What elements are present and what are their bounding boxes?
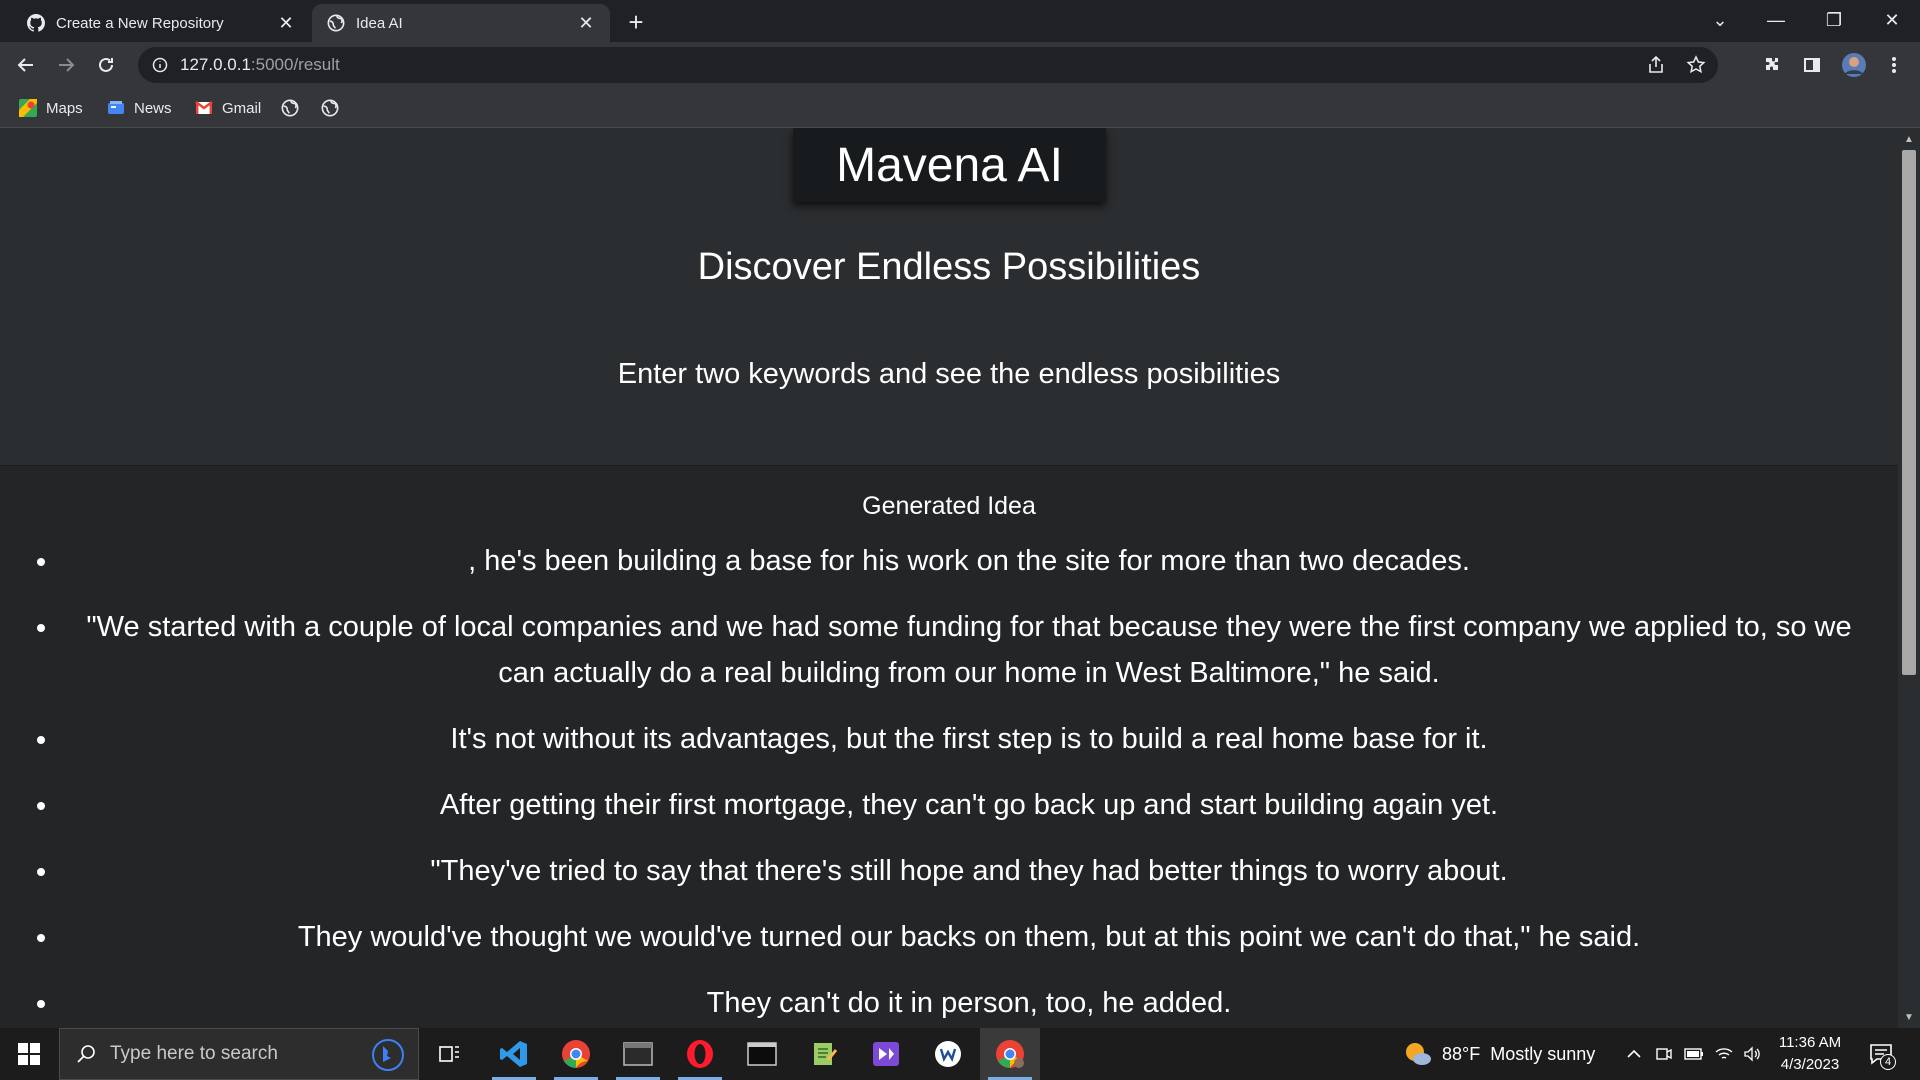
- weather-condition: Mostly sunny: [1490, 1043, 1596, 1064]
- page-headline: Discover Endless Possibilities: [697, 246, 1201, 288]
- notification-badge: 4: [1880, 1054, 1896, 1070]
- globe-icon: [326, 13, 346, 33]
- taskbar: Type here to search 88°F Mostly sunny 11…: [0, 1028, 1920, 1080]
- idea-text: "We started with a couple of local compa…: [86, 611, 1852, 689]
- new-tab-button[interactable]: +: [622, 7, 650, 37]
- sun-cloud-icon: [1404, 1041, 1432, 1067]
- opera-icon[interactable]: [670, 1028, 730, 1080]
- idea-text: They can't do it in person, too, he adde…: [706, 987, 1232, 1019]
- tab-search-icon[interactable]: ⌄: [1692, 0, 1748, 40]
- close-tab-icon[interactable]: ✕: [576, 13, 596, 33]
- search-placeholder: Type here to search: [110, 1043, 278, 1064]
- windows-icon: [18, 1043, 40, 1065]
- tab-title: Create a New Repository: [56, 14, 224, 32]
- list-item: , he's been building a base for his work…: [60, 538, 1878, 584]
- forward-button[interactable]: [50, 49, 82, 81]
- idea-text: "They've tried to say that there's still…: [430, 855, 1508, 887]
- bookmark-news[interactable]: News: [106, 96, 172, 120]
- avatar[interactable]: [1838, 49, 1870, 81]
- command-prompt-icon[interactable]: [732, 1028, 792, 1080]
- url-host: 127.0.0.1: [180, 55, 251, 74]
- list-item: After getting their first mortgage, they…: [60, 782, 1878, 828]
- task-view-icon[interactable]: [420, 1028, 480, 1080]
- page-viewport: Mavena AI Discover Endless Possibilities…: [0, 128, 1898, 1028]
- app-icon[interactable]: [918, 1028, 978, 1080]
- chrome-icon[interactable]: [546, 1028, 606, 1080]
- scroll-up-arrow-icon[interactable]: ▲: [1902, 132, 1916, 146]
- notifications-button[interactable]: 4: [1866, 1040, 1896, 1070]
- list-item: They can't do it in person, too, he adde…: [60, 980, 1878, 1026]
- bookmark-maps[interactable]: Maps: [18, 96, 83, 120]
- tab-strip: Create a New Repository ✕ Idea AI ✕ + ⌄ …: [0, 0, 1920, 42]
- idea-text: , he's been building a base for his work…: [468, 545, 1470, 577]
- meet-now-icon[interactable]: [1652, 1042, 1676, 1066]
- list-item: It's not without its advantages, but the…: [60, 716, 1878, 762]
- bookmark-globe-2[interactable]: [320, 96, 348, 120]
- minimize-button[interactable]: —: [1748, 0, 1804, 40]
- clock-time: 11:36 AM: [1778, 1034, 1842, 1051]
- extensions-icon[interactable]: [1756, 49, 1788, 81]
- browser-toolbar: 127.0.0.1:5000/result: [0, 42, 1920, 88]
- page-scrollbar[interactable]: ▲ ▼: [1898, 128, 1920, 1028]
- brand-logo: Mavena AI: [793, 128, 1106, 202]
- chevron-up-icon[interactable]: [1622, 1042, 1646, 1066]
- taskbar-search-input[interactable]: Type here to search: [59, 1028, 419, 1080]
- list-item: "They've tried to say that there's still…: [60, 848, 1878, 894]
- notepad-icon[interactable]: [794, 1028, 854, 1080]
- news-icon: [106, 98, 126, 118]
- search-icon: [76, 1044, 96, 1064]
- results-panel: Generated Idea , he's been building a ba…: [0, 465, 1898, 1028]
- site-info-icon[interactable]: [152, 57, 168, 73]
- visual-studio-icon[interactable]: [856, 1028, 916, 1080]
- battery-icon[interactable]: [1682, 1042, 1706, 1066]
- bookmark-label: News: [134, 99, 172, 117]
- results-title: Generated Idea: [862, 492, 1036, 520]
- bookmark-gmail[interactable]: Gmail: [194, 96, 261, 120]
- back-button[interactable]: [10, 49, 42, 81]
- address-bar[interactable]: 127.0.0.1:5000/result: [138, 47, 1718, 83]
- bookmark-star-icon[interactable]: [1686, 55, 1706, 75]
- bing-icon[interactable]: [372, 1039, 404, 1071]
- bookmark-label: Maps: [46, 99, 83, 117]
- globe-icon: [320, 98, 340, 118]
- restore-button[interactable]: ❐: [1806, 0, 1862, 40]
- maps-icon: [18, 98, 38, 118]
- tab-title: Idea AI: [356, 14, 403, 32]
- chrome-profile-icon[interactable]: [980, 1028, 1040, 1080]
- volume-icon[interactable]: [1740, 1042, 1764, 1066]
- list-item: They would've thought we would've turned…: [60, 914, 1878, 960]
- idea-list: , he's been building a base for his work…: [0, 538, 1898, 1028]
- menu-icon[interactable]: [1878, 49, 1910, 81]
- page-subheadline: Enter two keywords and see the endless p…: [617, 358, 1281, 390]
- bookmark-globe-1[interactable]: [280, 96, 308, 120]
- side-panel-icon[interactable]: [1796, 49, 1828, 81]
- globe-icon: [280, 98, 300, 118]
- weather-temp: 88°F: [1442, 1043, 1481, 1064]
- vscode-icon[interactable]: [484, 1028, 544, 1080]
- share-icon[interactable]: [1646, 55, 1666, 75]
- url-path: :5000/result: [250, 55, 340, 74]
- scrollbar-thumb[interactable]: [1902, 150, 1916, 675]
- bookmark-label: Gmail: [222, 99, 262, 117]
- wifi-icon[interactable]: [1712, 1042, 1736, 1066]
- weather-widget[interactable]: 88°F Mostly sunny: [1404, 1028, 1595, 1080]
- system-clock[interactable]: 11:36 AM 4/3/2023: [1770, 1032, 1850, 1076]
- tab-create-repository[interactable]: Create a New Repository ✕: [12, 4, 310, 42]
- scroll-down-arrow-icon[interactable]: ▼: [1902, 1010, 1916, 1024]
- github-icon: [26, 13, 46, 33]
- gmail-icon: [194, 98, 214, 118]
- close-window-button[interactable]: ✕: [1864, 0, 1920, 40]
- bookmarks-bar: Maps News Gmail: [0, 88, 1920, 128]
- tab-idea-ai[interactable]: Idea AI ✕: [312, 4, 610, 42]
- idea-text: After getting their first mortgage, they…: [439, 789, 1499, 821]
- idea-text: They would've thought we would've turned…: [297, 921, 1641, 953]
- idea-text: It's not without its advantages, but the…: [450, 723, 1488, 755]
- reload-button[interactable]: [90, 49, 122, 81]
- close-tab-icon[interactable]: ✕: [276, 13, 296, 33]
- start-button[interactable]: [0, 1028, 58, 1080]
- list-item: "We started with a couple of local compa…: [60, 604, 1878, 696]
- clock-date: 4/3/2023: [1780, 1056, 1840, 1073]
- terminal-icon[interactable]: [608, 1028, 668, 1080]
